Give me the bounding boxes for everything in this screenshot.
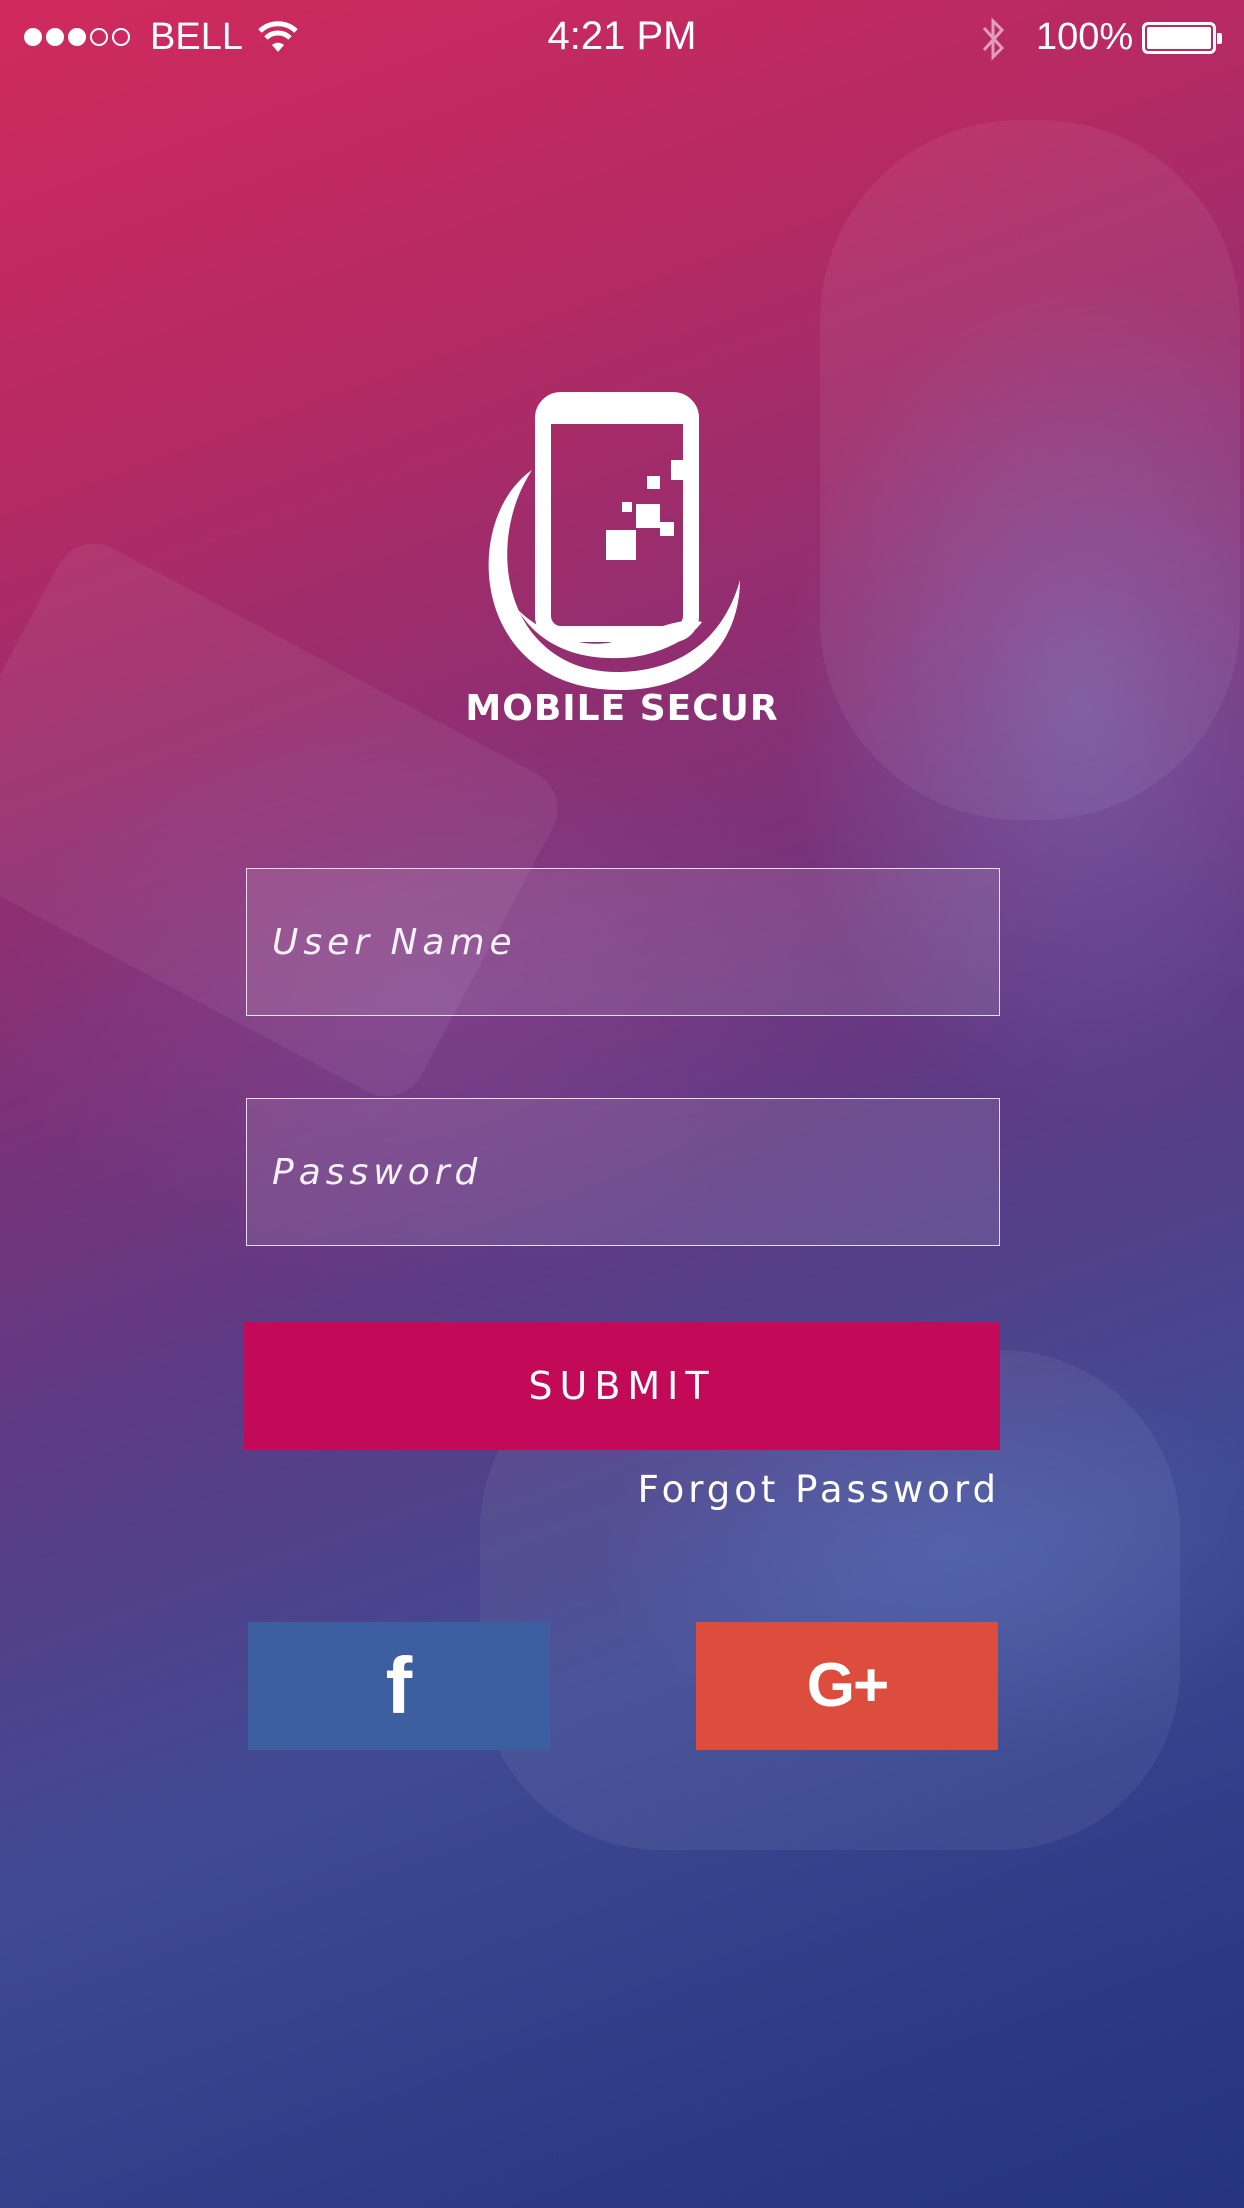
username-input[interactable] [246, 868, 1000, 1016]
battery-icon [1142, 22, 1222, 54]
brand-name: MOBILE SECUR [465, 688, 779, 729]
forgot-password-link[interactable]: Forgot Password [570, 1468, 1000, 1511]
submit-button[interactable]: SUBMIT [244, 1322, 1000, 1450]
google-plus-icon: G+ [806, 1651, 889, 1720]
bluetooth-icon [982, 17, 1005, 61]
battery-percentage: 100% [1036, 16, 1134, 58]
google-plus-login-button[interactable]: G+ [696, 1622, 998, 1750]
facebook-icon: f [385, 1641, 413, 1730]
phone-hand-shield-icon [488, 392, 740, 690]
password-input[interactable] [246, 1098, 1000, 1246]
status-bar: BELL 4:21 PM 100% [0, 0, 1244, 78]
facebook-login-button[interactable]: f [248, 1622, 550, 1750]
